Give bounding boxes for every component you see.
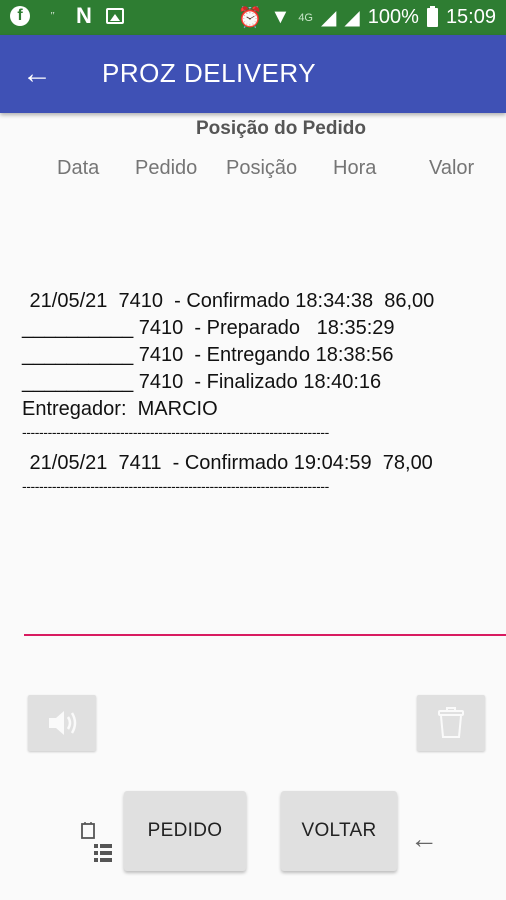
log-line: __________ 7410 - Finalizado 18:40:16 bbox=[22, 371, 382, 393]
speaker-icon bbox=[49, 711, 77, 735]
column-header-hora: Hora bbox=[333, 157, 377, 179]
separator-line: ----------------------------------------… bbox=[22, 478, 329, 494]
text-area-underline bbox=[24, 634, 506, 636]
network-type: 4G bbox=[298, 11, 313, 24]
menu-list-icon[interactable] bbox=[78, 820, 114, 864]
signal-icon-2: ◢ bbox=[344, 7, 360, 29]
status-bar: f ʼʼ N ⏰ ▼ 4G ◢ ◢ 100% 15:09 bbox=[0, 0, 506, 35]
app-bar: ← PROZ DELIVERY bbox=[0, 35, 506, 113]
clock: 15:09 bbox=[445, 6, 496, 28]
separator-line: ----------------------------------------… bbox=[22, 424, 329, 440]
app-badge-icon: ʼʼ bbox=[50, 11, 54, 21]
battery-icon bbox=[426, 6, 438, 27]
column-header-data: Data bbox=[57, 157, 100, 179]
log-line: __________ 7410 - Preparado 18:35:29 bbox=[22, 317, 395, 339]
pedido-button[interactable]: PEDIDO bbox=[124, 791, 246, 871]
section-title: Posição do Pedido bbox=[196, 118, 366, 139]
column-header-posicao: Posição bbox=[226, 157, 298, 179]
back-arrow-icon[interactable]: ← bbox=[22, 57, 58, 93]
delete-button[interactable] bbox=[417, 695, 485, 751]
wifi-icon: ▼ bbox=[270, 6, 291, 28]
signal-icon: ◢ bbox=[321, 7, 337, 29]
deliverer-line: Entregador: MARCIO bbox=[22, 398, 218, 420]
facebook-icon: f bbox=[10, 6, 30, 26]
column-header-valor: Valor bbox=[429, 157, 475, 179]
back-arrow-small-icon[interactable]: ← bbox=[410, 823, 438, 855]
speaker-button[interactable] bbox=[28, 695, 96, 751]
image-icon bbox=[106, 8, 124, 24]
log-line: __________ 7410 - Entregando 18:38:56 bbox=[22, 344, 394, 366]
alarm-icon: ⏰ bbox=[237, 7, 263, 29]
log-line: 21/05/21 7410 - Confirmado 18:34:38 86,0… bbox=[24, 290, 435, 312]
voltar-button[interactable]: VOLTAR bbox=[281, 791, 397, 871]
trash-icon bbox=[438, 707, 464, 738]
column-header-pedido: Pedido bbox=[135, 157, 198, 179]
log-line: 21/05/21 7411 - Confirmado 19:04:59 78,0… bbox=[24, 452, 433, 474]
app-title: PROZ DELIVERY bbox=[102, 58, 317, 88]
netflix-icon: N bbox=[76, 3, 92, 28]
battery-percent: 100% bbox=[367, 6, 419, 28]
